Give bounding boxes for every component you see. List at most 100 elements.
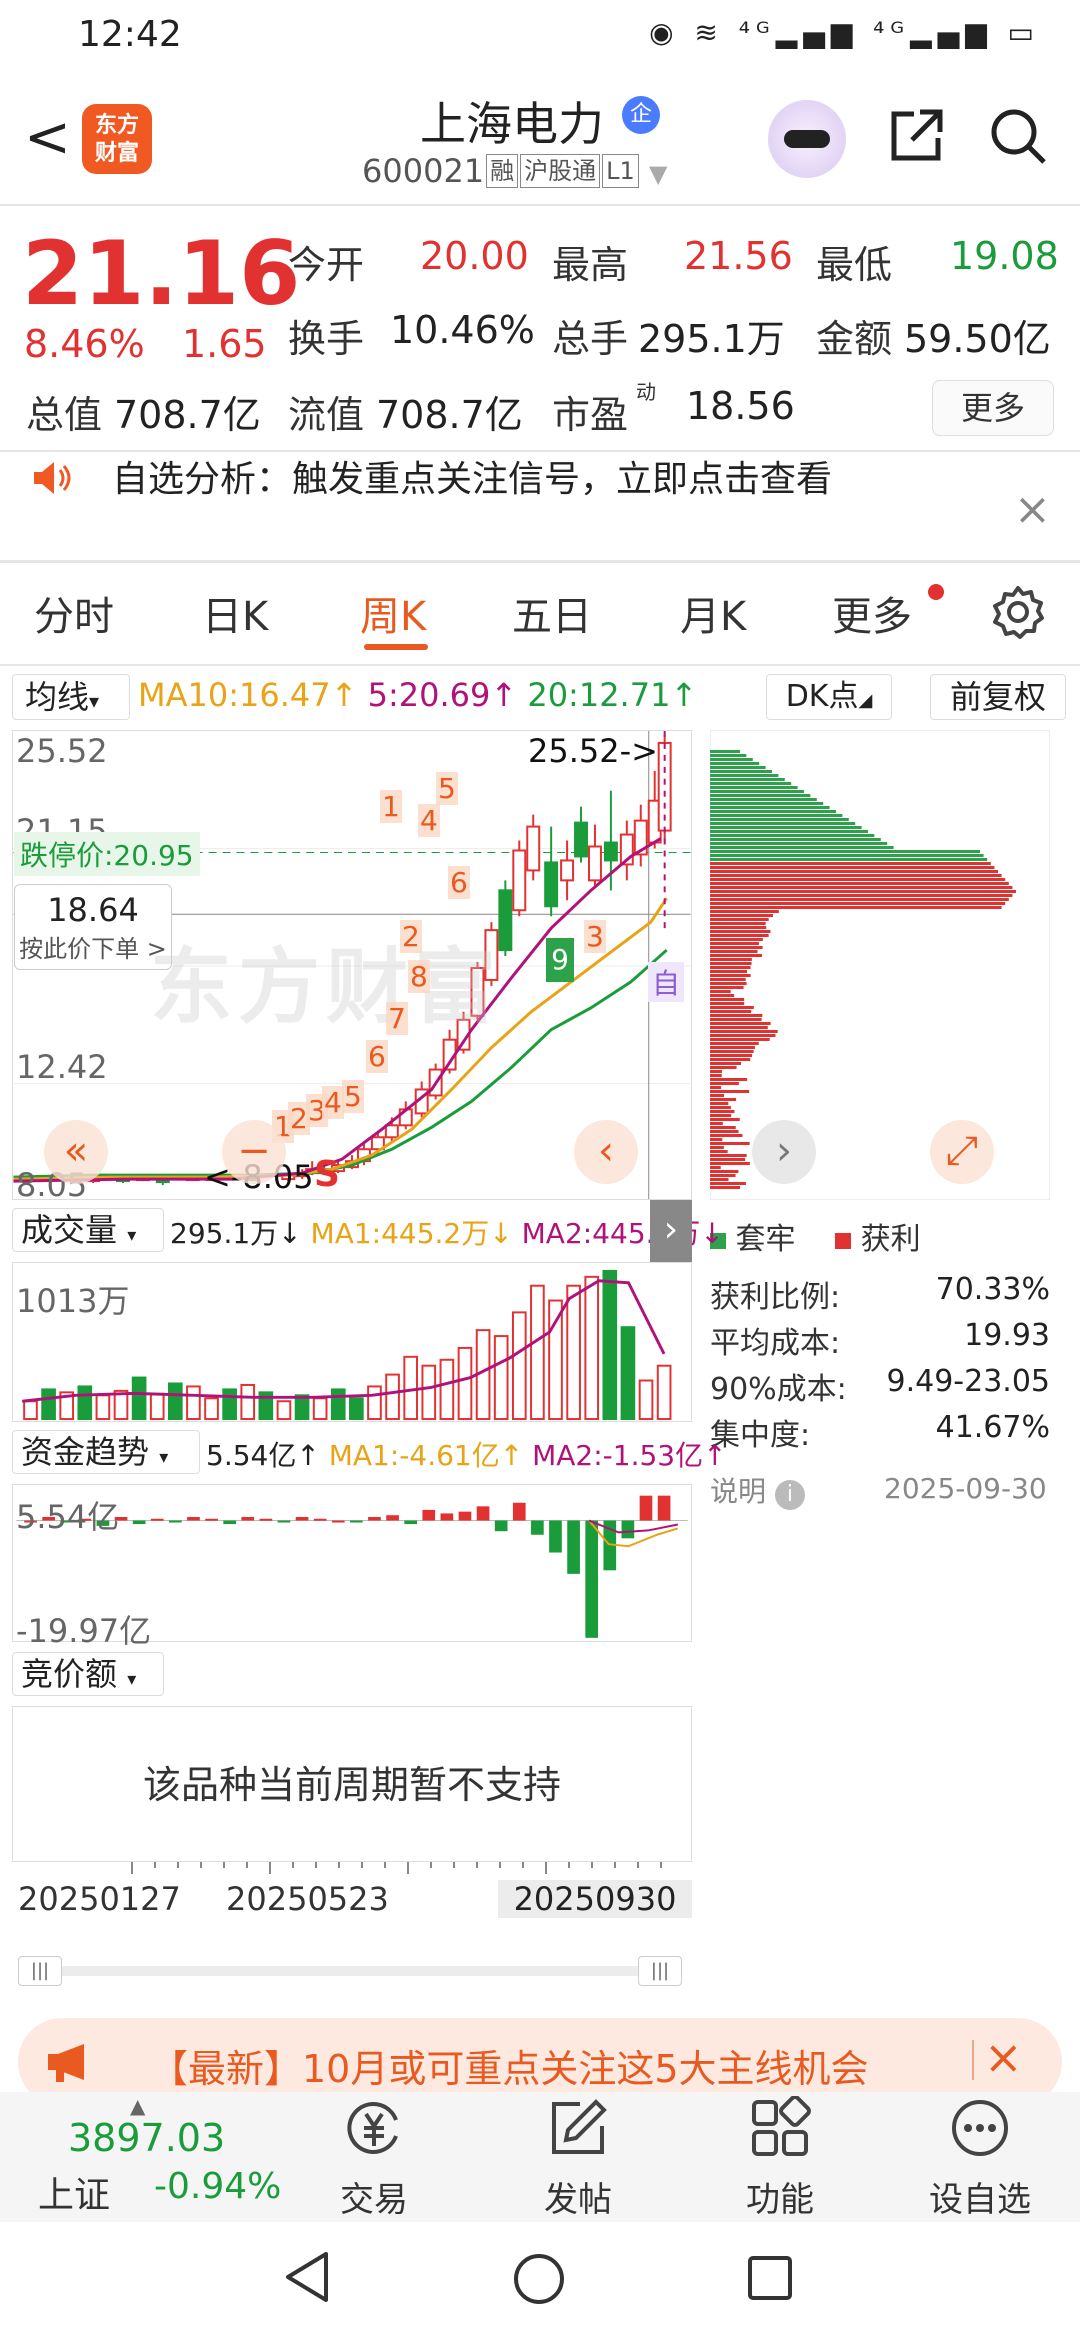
- chip-bar: [710, 954, 762, 957]
- fund-ma2: MA2:-1.53亿↑: [532, 1439, 726, 1472]
- nav-function[interactable]: 功能: [724, 2172, 836, 2221]
- system-recents-icon[interactable]: [746, 2254, 794, 2302]
- volume-bar: [187, 1386, 200, 1419]
- volume-bar: [422, 1366, 435, 1419]
- search-icon[interactable]: [986, 104, 1050, 168]
- chip-bar: [710, 802, 823, 805]
- expand-icon[interactable]: ⤢: [930, 1120, 994, 1184]
- index-name[interactable]: 上证: [38, 2166, 110, 2218]
- function-grid-icon[interactable]: [748, 2096, 812, 2160]
- close-icon[interactable]: ×: [1014, 484, 1051, 535]
- pan-left-fast-icon[interactable]: «: [44, 1120, 108, 1184]
- pan-right-icon[interactable]: ›: [752, 1120, 816, 1184]
- avg-cost-label: 平均成本:: [710, 1318, 840, 1362]
- system-home-icon[interactable]: [512, 2252, 566, 2306]
- candle-number-label: 2: [400, 920, 422, 953]
- chip-bar: [710, 1010, 751, 1013]
- tab-five-day[interactable]: 五日: [512, 584, 592, 642]
- volume-bar: [622, 1327, 635, 1419]
- open-value: 20.00: [420, 234, 529, 278]
- chip-bar: [710, 806, 830, 809]
- chip-bar: [710, 1182, 746, 1185]
- chip-bar: [710, 770, 772, 773]
- volume-indicator-select[interactable]: 成交量 ▾: [12, 1208, 164, 1252]
- fund-bar: [223, 1521, 236, 1525]
- gear-icon[interactable]: [990, 584, 1046, 640]
- fund-bar: [314, 1519, 327, 1521]
- chip-bar: [710, 854, 984, 857]
- tab-intraday[interactable]: 分时: [34, 584, 114, 642]
- notification-dot: [928, 584, 944, 600]
- volume-value: 295.1万↓: [170, 1217, 302, 1250]
- collapse-panel-icon[interactable]: ›: [650, 1200, 692, 1262]
- chip-bar: [710, 834, 874, 837]
- zoom-out-icon[interactable]: −: [222, 1120, 286, 1184]
- dk-point-button[interactable]: DK点◢: [766, 674, 892, 720]
- explain-link[interactable]: 说明 i: [710, 1470, 805, 1510]
- assistant-avatar[interactable]: [768, 100, 846, 178]
- post-icon[interactable]: [546, 2096, 610, 2160]
- change-value: 1.65: [182, 322, 267, 366]
- share-icon[interactable]: [884, 104, 948, 168]
- notice-text[interactable]: 自选分析：触发重点关注信号，立即点击查看: [112, 450, 832, 502]
- chip-bar: [710, 1070, 722, 1073]
- tab-weekly-k[interactable]: 周K: [360, 584, 426, 642]
- volume-bar: [205, 1398, 218, 1419]
- index-value[interactable]: 3897.03: [68, 2116, 225, 2160]
- tab-more[interactable]: 更多: [832, 584, 912, 642]
- fund-bar: [260, 1519, 273, 1521]
- range-handle-right[interactable]: |||: [638, 1956, 682, 1986]
- tag-margin: 融: [486, 154, 518, 188]
- range-handle-left[interactable]: |||: [18, 1956, 62, 1986]
- order-hint[interactable]: 按此价下单 >: [15, 929, 171, 964]
- chip-bar: [710, 814, 842, 817]
- fund-indicator-select[interactable]: 资金趋势 ▾: [12, 1430, 200, 1474]
- volume-bar: [386, 1375, 399, 1419]
- indicator-select[interactable]: 均线▾: [12, 674, 130, 720]
- fund-bar: [622, 1521, 635, 1539]
- system-back-icon[interactable]: [282, 2250, 332, 2304]
- more-dots-icon[interactable]: [948, 2096, 1012, 2160]
- turnover-value: 10.46%: [390, 308, 535, 352]
- back-button[interactable]: <: [24, 108, 71, 168]
- chip-legend: 套牢 获利: [710, 1214, 921, 1258]
- adjust-mode-button[interactable]: 前复权: [930, 674, 1066, 720]
- cursor-price-box[interactable]: 18.64 按此价下单 >: [14, 884, 172, 970]
- chip-bar: [710, 822, 855, 825]
- chip-bar: [710, 818, 849, 821]
- chip-bar: [710, 890, 1016, 893]
- volume-bar: [513, 1312, 526, 1419]
- profit-ratio-value: 70.33%: [880, 1272, 1050, 1307]
- chip-bar: [710, 1158, 745, 1161]
- index-change[interactable]: -0.94%: [154, 2166, 281, 2207]
- tab-monthly-k[interactable]: 月K: [680, 584, 746, 642]
- nav-add-watchlist[interactable]: 设自选: [916, 2172, 1044, 2221]
- chip-bar: [710, 762, 759, 765]
- candle-body: [575, 823, 587, 857]
- range-slider-track[interactable]: [22, 1966, 682, 1976]
- chip-bar: [710, 1054, 752, 1057]
- chip-bar: [710, 794, 810, 797]
- banner-text[interactable]: 【最新】10月或可重点关注这5大主线机会: [150, 2038, 869, 2093]
- fund-bar: [640, 1496, 653, 1521]
- pan-left-icon[interactable]: ‹: [574, 1120, 638, 1184]
- auction-indicator-select[interactable]: 竞价额 ▾: [12, 1652, 164, 1696]
- chip-bar: [710, 790, 804, 793]
- volume-bar: [658, 1366, 671, 1419]
- chip-bar: [710, 1154, 747, 1157]
- more-quote-button[interactable]: 更多: [932, 380, 1054, 436]
- megaphone-icon: [44, 2040, 98, 2084]
- chevron-down-icon[interactable]: ▼: [649, 160, 667, 188]
- nav-trade[interactable]: 交易: [318, 2172, 430, 2221]
- banner-close-icon[interactable]: ×: [984, 2030, 1023, 2084]
- header-divider: [0, 204, 1080, 206]
- chip-bar: [710, 1006, 754, 1009]
- fund-bar: [205, 1519, 218, 1521]
- nav-post[interactable]: 发帖: [522, 2172, 634, 2221]
- tab-daily-k[interactable]: 日K: [202, 584, 268, 642]
- chip-bar: [710, 842, 887, 845]
- volume-bar: [603, 1271, 616, 1419]
- turnover-label: 换手: [288, 308, 364, 363]
- low-value: 19.08: [950, 234, 1059, 278]
- trade-icon[interactable]: [342, 2096, 406, 2160]
